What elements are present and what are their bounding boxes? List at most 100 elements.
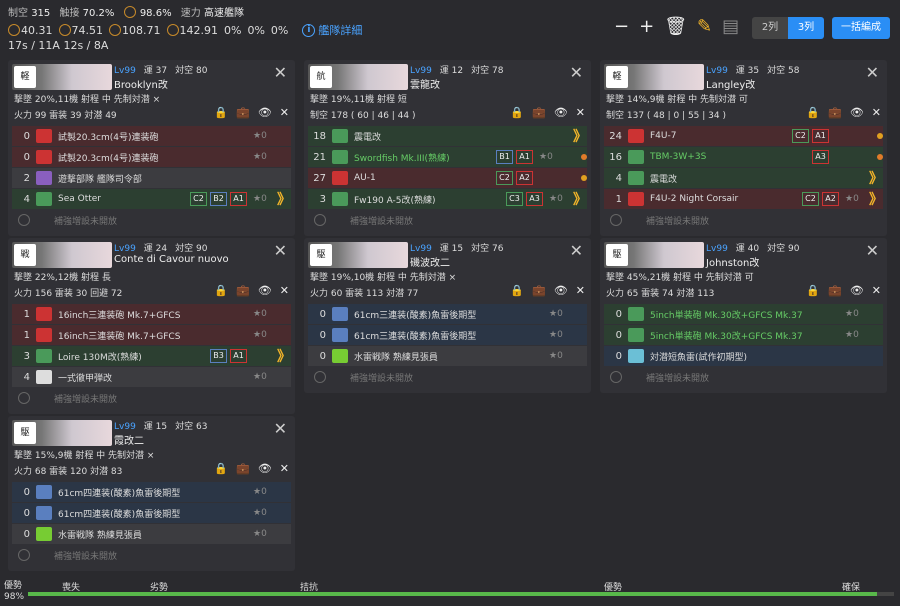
ship-name: 霞改二: [114, 436, 144, 447]
equip-slot[interactable]: 1 16inch三連装砲 Mk.7+GFCS ★0: [12, 325, 291, 345]
lock-icon[interactable]: 🔒: [214, 284, 228, 297]
equip-slot[interactable]: 4 震電改 》: [604, 168, 883, 188]
ship-banner[interactable]: 軽: [12, 64, 112, 90]
reinforce-slot[interactable]: 補強増設未開放: [308, 367, 587, 387]
ship-name: Johnston改: [706, 258, 760, 269]
lock-icon[interactable]: 🔒: [806, 284, 820, 297]
two-column-button[interactable]: 2列: [752, 17, 788, 39]
shield-icon: [123, 6, 136, 18]
ship-banner[interactable]: 航: [308, 64, 408, 90]
equip-slot[interactable]: 0 61cm四連装(酸素)魚雷後期型 ★0: [12, 482, 291, 502]
bag-icon[interactable]: 💼: [828, 106, 842, 119]
cards-icon[interactable]: ▤: [722, 16, 739, 37]
equip-slot[interactable]: 27 AU-1 C2 A2: [308, 168, 587, 188]
chevron-icon: 》: [573, 192, 587, 208]
close-icon[interactable]: ✕: [866, 63, 879, 82]
equip-icon: [332, 328, 348, 342]
bag-icon[interactable]: 💼: [532, 106, 546, 119]
close-icon[interactable]: ✕: [280, 462, 289, 475]
eye-icon[interactable]: 👁: [258, 462, 272, 475]
lock-icon[interactable]: 🔒: [806, 106, 820, 119]
los-3: 108.71: [109, 23, 161, 37]
bag-icon[interactable]: 💼: [532, 284, 546, 297]
close-icon[interactable]: ✕: [872, 284, 881, 297]
close-icon[interactable]: ✕: [576, 106, 585, 119]
equip-slot[interactable]: 0 61cm三連装(酸素)魚雷後期型 ★0: [308, 304, 587, 324]
lock-icon[interactable]: 🔒: [214, 462, 228, 475]
minus-icon[interactable]: −: [614, 16, 629, 37]
equip-icon: [332, 192, 348, 206]
close-icon[interactable]: ✕: [570, 241, 583, 260]
los-row: 40.31 74.51 108.71 142.91 0% 0% 0% i 艦隊詳細: [8, 22, 362, 38]
air-state-label: 優勢: [4, 581, 23, 591]
equip-slot[interactable]: 0 水雷戦隊 熟練見張員 ★0: [12, 524, 291, 544]
close-icon[interactable]: ✕: [872, 106, 881, 119]
plus-icon[interactable]: +: [639, 16, 654, 37]
eye-icon[interactable]: 👁: [850, 106, 864, 119]
ship-banner[interactable]: 駆: [604, 242, 704, 268]
equip-slot[interactable]: 24 F4U-7 C2 A1: [604, 126, 883, 146]
ship-banner[interactable]: 駆: [12, 420, 112, 446]
close-icon[interactable]: ✕: [280, 284, 289, 297]
reinforce-slot[interactable]: 補強増設未開放: [12, 210, 291, 230]
ship-banner[interactable]: 戦: [12, 242, 112, 268]
equip-slot[interactable]: 0 対潜短魚雷(試作初期型): [604, 346, 883, 366]
ship-actions: 🔒 💼 👁 ✕: [214, 462, 289, 475]
close-icon[interactable]: ✕: [866, 241, 879, 260]
three-column-button[interactable]: 3列: [788, 17, 824, 39]
ship-banner[interactable]: 軽: [604, 64, 704, 90]
trash-icon[interactable]: 🗑: [664, 16, 687, 37]
equip-slot[interactable]: 1 16inch三連装砲 Mk.7+GFCS ★0: [12, 304, 291, 324]
equip-slot[interactable]: 1 F4U-2 Night Corsair C2 A2 ★0 》: [604, 189, 883, 209]
reinforce-slot[interactable]: 補強増設未開放: [12, 388, 291, 408]
bag-icon[interactable]: 💼: [236, 106, 250, 119]
eye-icon[interactable]: 👁: [258, 284, 272, 297]
equip-slot[interactable]: 3 Loire 130M改(熟練) B3 A1 》: [12, 346, 291, 366]
equip-slot[interactable]: 2 遊撃部隊 艦隊司令部: [12, 168, 291, 188]
lock-icon[interactable]: 🔒: [510, 106, 524, 119]
equip-slot[interactable]: 0 5inch単装砲 Mk.30改+GFCS Mk.37 ★0: [604, 304, 883, 324]
equip-slot[interactable]: 0 61cm三連装(酸素)魚雷後期型 ★0: [308, 325, 587, 345]
eye-icon[interactable]: 👁: [258, 106, 272, 119]
equip-icon: [36, 370, 52, 384]
reinforce-slot[interactable]: 補強増設未開放: [604, 367, 883, 387]
ship-banner[interactable]: 駆: [308, 242, 408, 268]
status-dot: [877, 154, 883, 160]
close-icon[interactable]: ✕: [576, 284, 585, 297]
fleet-detail-link[interactable]: i 艦隊詳細: [302, 22, 362, 38]
equip-slot[interactable]: 0 5inch単装砲 Mk.30改+GFCS Mk.37 ★0: [604, 325, 883, 345]
lock-icon[interactable]: 🔒: [214, 106, 228, 119]
lock-icon[interactable]: 🔒: [510, 284, 524, 297]
equip-slot[interactable]: 0 試製20.3cm(4号)連装砲 ★0: [12, 147, 291, 167]
equip-slot[interactable]: 16 TBM-3W+3S A3: [604, 147, 883, 167]
equip-slot[interactable]: 21 Swordfish Mk.III(熟練) B1 A1 ★0: [308, 147, 587, 167]
ship-stats-1: 撃墜 19%,10機 射程 中 先制対潜 ×: [310, 273, 457, 283]
close-icon[interactable]: ✕: [570, 63, 583, 82]
bag-icon[interactable]: 💼: [236, 462, 250, 475]
bulk-edit-button[interactable]: 一括編成: [832, 17, 890, 39]
close-icon[interactable]: ✕: [280, 106, 289, 119]
close-icon[interactable]: ✕: [274, 241, 287, 260]
equip-slot[interactable]: 18 震電改 》: [308, 126, 587, 146]
equip-slot[interactable]: 0 61cm四連装(酸素)魚雷後期型 ★0: [12, 503, 291, 523]
eye-icon[interactable]: 👁: [554, 106, 568, 119]
no-entry-icon: [18, 392, 30, 404]
reinforce-slot[interactable]: 補強増設未開放: [12, 545, 291, 565]
eye-icon[interactable]: 👁: [850, 284, 864, 297]
ship-type-icon: 駆: [14, 422, 36, 444]
equip-slot[interactable]: 3 Fw190 A-5改(熟練) C3 A3 ★0 》: [308, 189, 587, 209]
bag-icon[interactable]: 💼: [236, 284, 250, 297]
equip-slot[interactable]: 0 試製20.3cm(4号)連装砲 ★0: [12, 126, 291, 146]
close-icon[interactable]: ✕: [274, 419, 287, 438]
ship-name: Brooklyn改: [114, 80, 168, 91]
reinforce-slot[interactable]: 補強増設未開放: [604, 210, 883, 230]
equip-icon: [628, 150, 644, 164]
reinforce-slot[interactable]: 補強増設未開放: [308, 210, 587, 230]
bag-icon[interactable]: 💼: [828, 284, 842, 297]
eye-icon[interactable]: 👁: [554, 284, 568, 297]
close-icon[interactable]: ✕: [274, 63, 287, 82]
equip-slot[interactable]: 4 Sea Otter C2 B2 A1 ★0 》: [12, 189, 291, 209]
equip-slot[interactable]: 0 水雷戦隊 熟練見張員 ★0: [308, 346, 587, 366]
edit-icon[interactable]: ✎: [697, 16, 712, 37]
equip-slot[interactable]: 4 一式徹甲弾改 ★0: [12, 367, 291, 387]
